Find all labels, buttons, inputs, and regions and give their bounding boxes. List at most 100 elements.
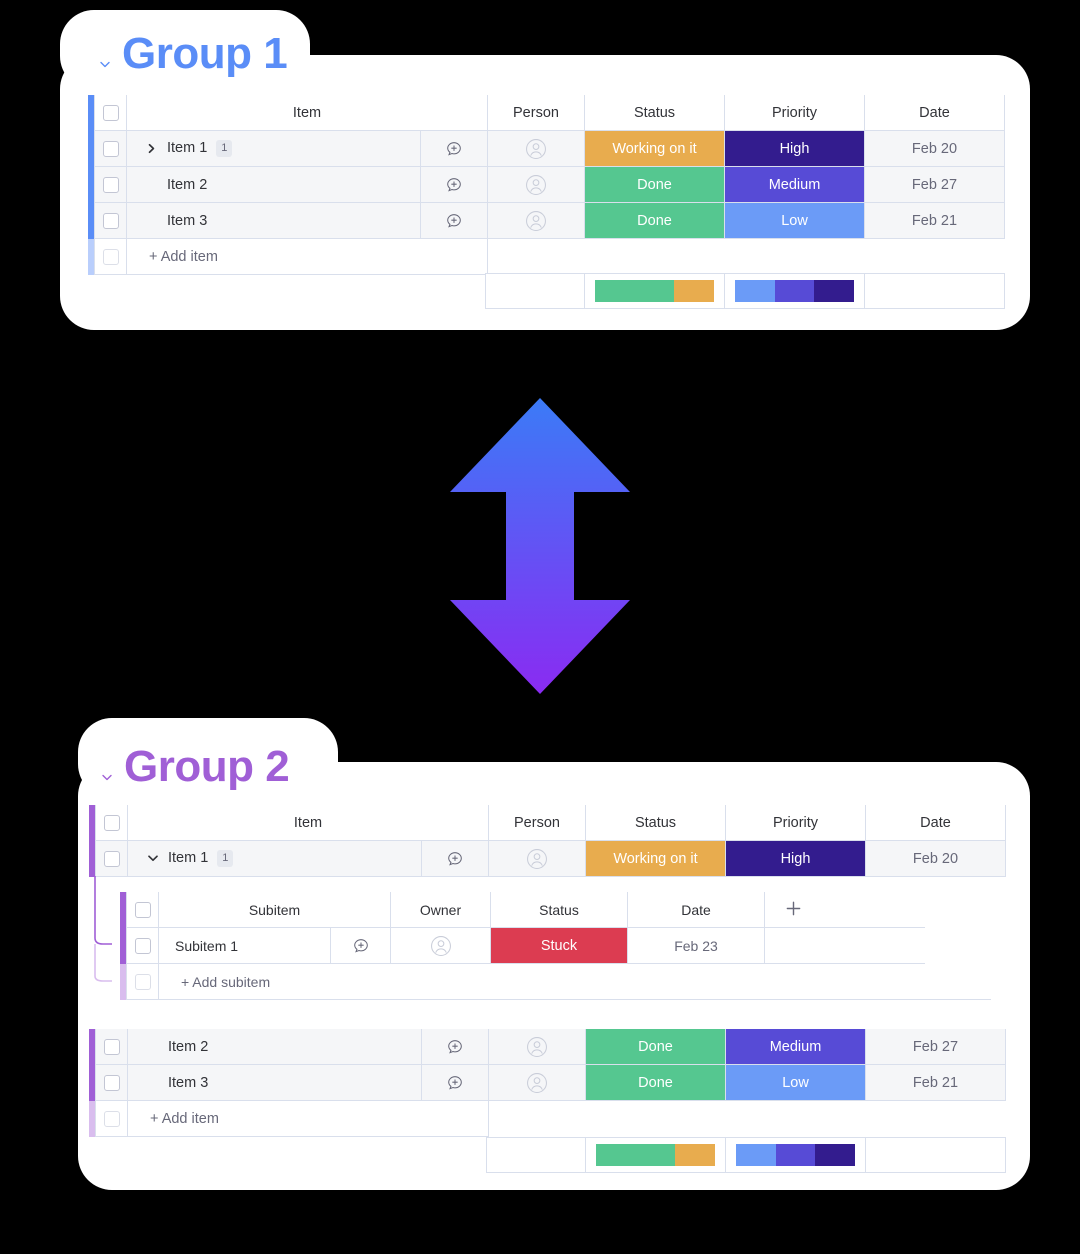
summary-priority-cell[interactable] [726, 1137, 866, 1173]
summary-person-cell [485, 273, 585, 309]
add-column-button[interactable] [765, 892, 925, 928]
status-badge[interactable]: Working on it [585, 131, 725, 167]
subitem-row-checkbox[interactable] [126, 928, 159, 964]
avatar-icon[interactable] [488, 203, 585, 239]
priority-badge[interactable]: Medium [725, 167, 865, 203]
date-cell[interactable]: Feb 27 [866, 1029, 1006, 1065]
comment-add-icon[interactable] [421, 131, 488, 167]
select-all-checkbox[interactable] [95, 805, 128, 841]
double-arrow-vertical-icon [448, 396, 632, 701]
column-header-person[interactable]: Person [488, 95, 585, 131]
summary-person-cell [486, 1137, 586, 1173]
summary-status-cell[interactable] [585, 273, 725, 309]
column-header-date[interactable]: Date [865, 95, 1005, 131]
priority-badge[interactable]: Medium [726, 1029, 866, 1065]
item-name-cell[interactable]: Item 2 [127, 167, 421, 203]
add-item-label[interactable]: + Add item [127, 239, 488, 275]
date-cell[interactable]: Feb 20 [865, 131, 1005, 167]
status-badge[interactable]: Working on it [586, 841, 726, 877]
select-all-checkbox[interactable] [94, 95, 127, 131]
avatar-icon[interactable] [391, 928, 491, 964]
group-2-title: Group 2 [100, 745, 290, 789]
status-badge[interactable]: Done [586, 1029, 726, 1065]
column-header-priority[interactable]: Priority [725, 95, 865, 131]
item-name-cell[interactable]: Item 2 [128, 1029, 422, 1065]
comment-add-icon[interactable] [422, 841, 489, 877]
priority-badge[interactable]: High [725, 131, 865, 167]
column-header-owner[interactable]: Owner [391, 892, 491, 928]
item-label: Item 1 [168, 850, 209, 867]
item-name-cell[interactable]: Item 3 [128, 1065, 422, 1101]
chevron-down-icon[interactable] [100, 770, 114, 784]
summary-date-cell [866, 1137, 1006, 1173]
priority-badge[interactable]: Low [726, 1065, 866, 1101]
comment-add-icon[interactable] [421, 167, 488, 203]
avatar-icon[interactable] [489, 1065, 586, 1101]
summary-priority-cell[interactable] [725, 273, 865, 309]
comment-add-icon[interactable] [422, 1065, 489, 1101]
item-name-cell[interactable]: Item 3 [127, 203, 421, 239]
avatar-icon[interactable] [489, 1029, 586, 1065]
comment-add-icon[interactable] [422, 1029, 489, 1065]
status-badge[interactable]: Done [586, 1065, 726, 1101]
add-subitem-checkbox [126, 964, 159, 1000]
priority-badge[interactable]: Low [725, 203, 865, 239]
avatar-icon[interactable] [489, 841, 586, 877]
subitem-name[interactable]: Subitem 1 [159, 928, 331, 964]
row-checkbox[interactable] [95, 1065, 128, 1101]
chevron-down-icon[interactable] [146, 852, 159, 865]
column-header-status[interactable]: Status [585, 95, 725, 131]
status-badge[interactable]: Done [585, 167, 725, 203]
row-checkbox[interactable] [95, 841, 128, 877]
row-checkbox[interactable] [95, 1029, 128, 1065]
summary-status-cell[interactable] [586, 1137, 726, 1173]
subitem-status-badge[interactable]: Stuck [491, 928, 628, 964]
add-subitem-row[interactable]: + Add subitem [120, 964, 991, 1000]
add-item-row[interactable]: + Add item [88, 239, 1005, 275]
summary-date-cell [865, 273, 1005, 309]
column-header-item[interactable]: Item [128, 805, 489, 841]
plus-icon [785, 900, 802, 920]
priority-badge[interactable]: High [726, 841, 866, 877]
column-header-status[interactable]: Status [491, 892, 628, 928]
comment-add-icon[interactable] [331, 928, 391, 964]
status-distribution-bar [596, 1144, 715, 1166]
group-1-board: Item Person Status Priority Date Item 1 … [88, 95, 1005, 275]
subitem-select-all-checkbox[interactable] [126, 892, 159, 928]
column-header-person[interactable]: Person [489, 805, 586, 841]
date-cell[interactable]: Feb 21 [866, 1065, 1006, 1101]
column-header-status[interactable]: Status [586, 805, 726, 841]
group-1-title: Group 1 [98, 32, 288, 76]
item-name-cell[interactable]: Item 1 1 [128, 841, 422, 877]
row-checkbox[interactable] [94, 203, 127, 239]
status-distribution-bar [595, 280, 714, 302]
avatar-icon[interactable] [488, 131, 585, 167]
group-2-name[interactable]: Group 2 [124, 745, 290, 789]
column-header-date[interactable]: Date [866, 805, 1006, 841]
row-checkbox[interactable] [94, 167, 127, 203]
group-2-board-top: Item Person Status Priority Date Item 1 … [89, 805, 1006, 877]
add-subitem-label[interactable]: + Add subitem [159, 964, 991, 1000]
chevron-right-icon[interactable] [145, 142, 158, 155]
date-cell[interactable]: Feb 20 [866, 841, 1006, 877]
subitem-date-cell[interactable]: Feb 23 [628, 928, 765, 964]
chevron-down-icon[interactable] [98, 57, 112, 71]
date-cell[interactable]: Feb 21 [865, 203, 1005, 239]
group-1-name[interactable]: Group 1 [122, 32, 288, 76]
column-header-item[interactable]: Item [127, 95, 488, 131]
comment-add-icon[interactable] [421, 203, 488, 239]
avatar-icon[interactable] [488, 167, 585, 203]
group-1-summary-row [485, 273, 1005, 309]
column-header-date[interactable]: Date [628, 892, 765, 928]
date-cell[interactable]: Feb 27 [865, 167, 1005, 203]
status-badge[interactable]: Done [585, 203, 725, 239]
table-row: Item 1 1 Working on it High Feb 20 [89, 841, 1006, 877]
column-header-priority[interactable]: Priority [726, 805, 866, 841]
item-name-cell[interactable]: Item 1 1 [127, 131, 421, 167]
row-checkbox[interactable] [94, 131, 127, 167]
add-item-row[interactable]: + Add item [89, 1101, 1006, 1137]
add-item-label[interactable]: + Add item [128, 1101, 489, 1137]
table-row: Item 2 Done Medium Feb 27 [89, 1029, 1006, 1065]
column-header-subitem[interactable]: Subitem [159, 892, 391, 928]
priority-distribution-bar [735, 280, 854, 302]
